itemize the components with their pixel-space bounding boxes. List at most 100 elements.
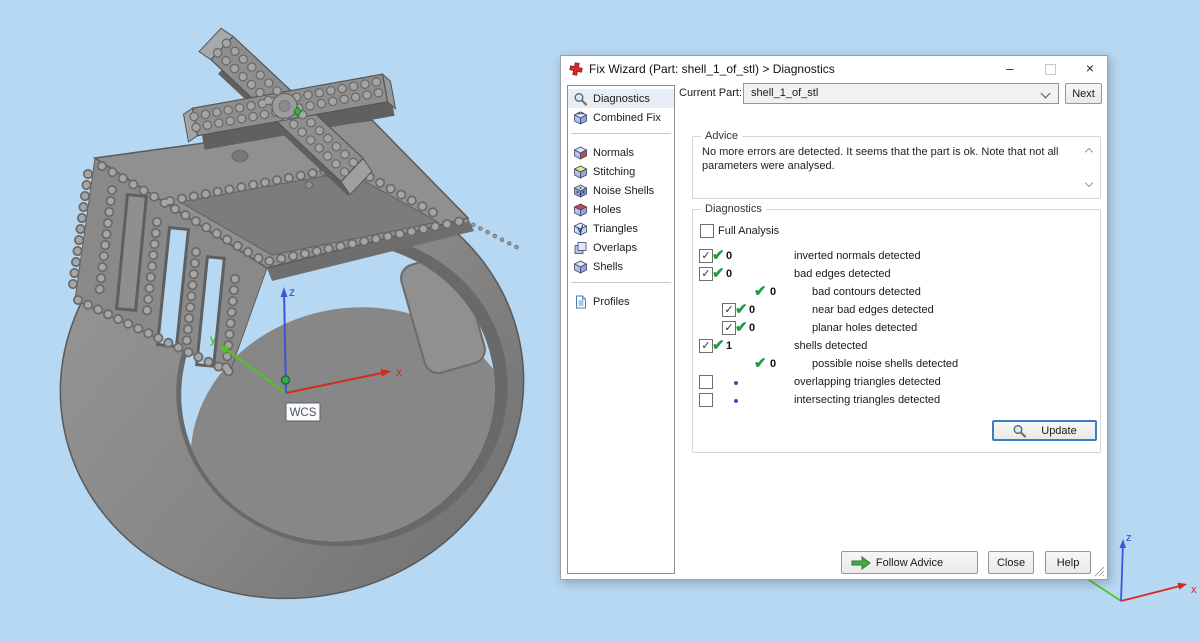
cube-red-face-icon xyxy=(573,146,588,160)
fix-wizard-icon xyxy=(569,62,583,76)
current-part-label: Current Part: xyxy=(679,87,742,99)
application-window: y x z WCS x z xyxy=(0,0,1200,642)
fix-wizard-dialog: Fix Wizard (Part: shell_1_of_stl) > Diag… xyxy=(560,55,1108,580)
wcs-label: WCS xyxy=(286,403,320,421)
sidebar-item-normals[interactable]: Normals xyxy=(568,143,674,162)
dialog-titlebar[interactable]: Fix Wizard (Part: shell_1_of_stl) > Diag… xyxy=(561,56,1107,82)
sidebar-item-combined-fix[interactable]: Combined Fix xyxy=(568,108,674,127)
diagnostics-title: Diagnostics xyxy=(701,203,766,215)
ok-check-icon: ✔ xyxy=(754,282,767,300)
sidebar-item-label: Holes xyxy=(593,204,621,216)
sidebar-item-holes[interactable]: Holes xyxy=(568,200,674,219)
sidebar-item-label: Normals xyxy=(593,147,634,159)
update-label: Update xyxy=(1041,425,1076,437)
sidebar-item-stitching[interactable]: Stitching xyxy=(568,162,674,181)
cubes-overlap-icon xyxy=(573,241,588,255)
next-button[interactable]: Next xyxy=(1065,83,1102,104)
diagnostic-checkbox[interactable]: ✓ xyxy=(699,339,713,353)
maximize-button[interactable] xyxy=(1035,56,1065,82)
diagnostic-count: 0 xyxy=(749,322,755,334)
magnifier-icon xyxy=(1012,424,1027,438)
sidebar-item-shells[interactable]: Shells xyxy=(568,257,674,276)
diagnostic-checkbox[interactable]: ✓ xyxy=(699,249,713,263)
cube-triangle-icon xyxy=(573,222,588,236)
current-part-value: shell_1_of_stl xyxy=(751,87,818,99)
document-icon xyxy=(573,295,588,309)
corner-axis-z-label: z xyxy=(1126,532,1132,544)
diagnostic-label: near bad edges detected xyxy=(812,304,934,316)
diagnostic-count: 0 xyxy=(726,250,732,262)
diagnostic-label: inverted normals detected xyxy=(794,250,921,262)
diagnostic-label: bad edges detected xyxy=(794,268,891,280)
update-button[interactable]: Update xyxy=(992,420,1097,441)
diagnostic-checkbox[interactable]: ✓ xyxy=(699,267,713,281)
sidebar-item-label: Overlaps xyxy=(593,242,637,254)
scroll-down-icon[interactable] xyxy=(1085,179,1093,187)
diagnostic-checkbox[interactable] xyxy=(699,393,713,407)
pending-dot-icon xyxy=(734,399,738,403)
follow-advice-button[interactable]: Follow Advice xyxy=(841,551,978,574)
diagnostic-count: 1 xyxy=(726,340,732,352)
sidebar-item-label: Combined Fix xyxy=(593,112,661,124)
full-analysis-checkbox[interactable] xyxy=(700,224,714,238)
help-button[interactable]: Help xyxy=(1045,551,1091,574)
cube-dotted-icon xyxy=(573,184,588,198)
diagnostic-checkbox[interactable]: ✓ xyxy=(722,303,736,317)
ok-check-icon: ✔ xyxy=(754,354,767,372)
corner-axis-x-label: x xyxy=(1191,584,1197,596)
origin-marker xyxy=(282,376,290,384)
scroll-up-icon[interactable] xyxy=(1085,148,1093,156)
svg-text:WCS: WCS xyxy=(290,407,317,419)
axis-y-label: y xyxy=(210,332,216,346)
diagnostic-label: bad contours detected xyxy=(812,286,921,298)
follow-advice-label: Follow Advice xyxy=(876,557,943,569)
diagnostic-count: 0 xyxy=(726,268,732,280)
sidebar-item-noise-shells[interactable]: Noise Shells xyxy=(568,181,674,200)
diagnostic-row: ✓✔0 near bad edges detected xyxy=(693,302,1100,320)
ok-check-icon: ✔ xyxy=(712,246,725,264)
green-arrow-icon xyxy=(850,556,872,570)
sidebar-item-label: Noise Shells xyxy=(593,185,654,197)
sidebar-item-label: Shells xyxy=(593,261,623,273)
ok-check-icon: ✔ xyxy=(735,300,748,318)
diagnostic-row: ✓✔0planar holes detected xyxy=(693,320,1100,338)
advice-title: Advice xyxy=(701,130,742,142)
sidebar-item-diagnostics[interactable]: Diagnostics xyxy=(568,89,674,108)
sidebar-separator xyxy=(571,282,671,283)
current-part-combobox[interactable]: shell_1_of_stl xyxy=(743,83,1059,104)
diagnostic-checkbox[interactable]: ✓ xyxy=(722,321,736,335)
magnifier-icon xyxy=(573,92,588,106)
diagnostic-row: intersecting triangles detected xyxy=(693,392,1100,410)
diagnostic-count: 0 xyxy=(770,358,776,370)
maximize-icon xyxy=(1045,64,1056,75)
minimize-button[interactable]: – xyxy=(995,56,1025,82)
full-analysis-label: Full Analysis xyxy=(718,225,779,237)
diagnostic-label: shells detected xyxy=(794,340,867,352)
sidebar-item-label: Triangles xyxy=(593,223,638,235)
cubes-icon xyxy=(573,111,588,125)
advice-text: No more errors are detected. It seems th… xyxy=(702,145,1062,173)
close-dialog-button[interactable]: Close xyxy=(988,551,1034,574)
resize-grip[interactable] xyxy=(1093,565,1105,577)
diagnostic-row: overlapping triangles detected xyxy=(693,374,1100,392)
sidebar-item-label: Profiles xyxy=(593,296,630,308)
ok-check-icon: ✔ xyxy=(735,318,748,336)
diagnostic-checkbox[interactable] xyxy=(699,375,713,389)
diagnostic-label: overlapping triangles detected xyxy=(794,376,941,388)
close-window-button[interactable]: × xyxy=(1075,56,1105,82)
ok-check-icon: ✔ xyxy=(712,264,725,282)
ring-model[interactable] xyxy=(33,28,551,628)
wizard-pages-list: Diagnostics Combined Fix Normals Stitching N… xyxy=(567,85,675,574)
plate-hole xyxy=(232,151,248,162)
ok-check-icon: ✔ xyxy=(712,336,725,354)
pending-dot-icon xyxy=(734,381,738,385)
axis-x-label: x xyxy=(396,365,402,379)
sidebar-item-overlaps[interactable]: Overlaps xyxy=(568,238,674,257)
axis-z-label: z xyxy=(289,285,295,299)
sidebar-item-profiles[interactable]: Profiles xyxy=(568,292,674,311)
sidebar-item-triangles[interactable]: Triangles xyxy=(568,219,674,238)
diagnostic-count: 0 xyxy=(749,304,755,316)
diagnostic-row: ✓✔0 inverted normals detected xyxy=(693,248,1100,266)
sidebar-item-label: Stitching xyxy=(593,166,635,178)
sidebar-item-label: Diagnostics xyxy=(593,93,650,105)
